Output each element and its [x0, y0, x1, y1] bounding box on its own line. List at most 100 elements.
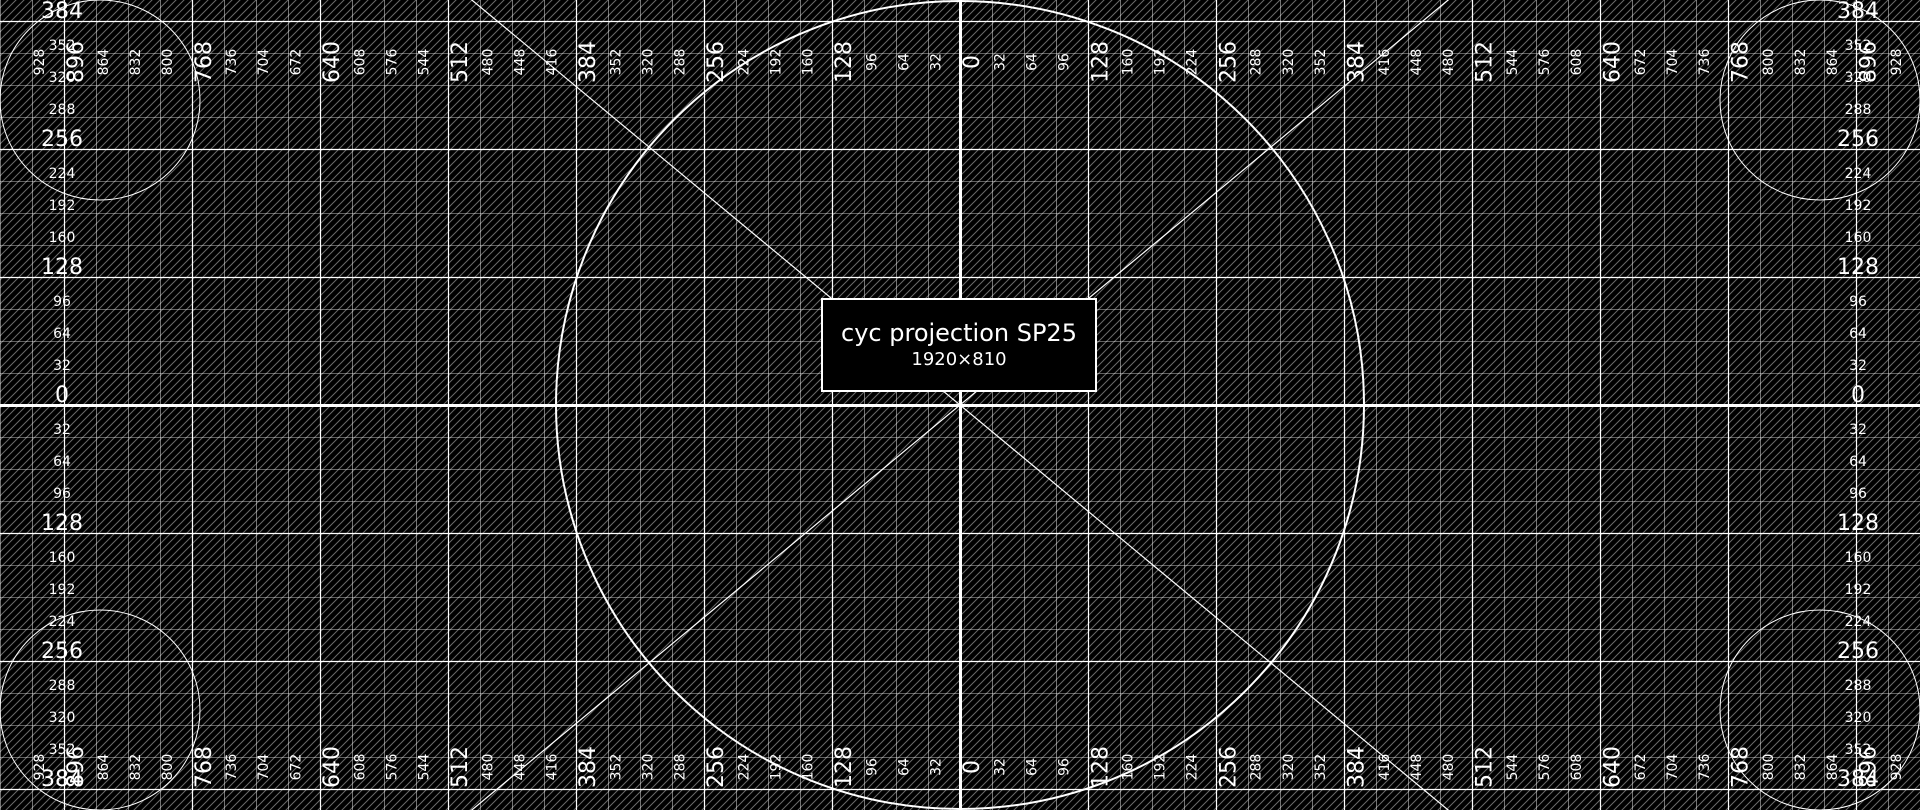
axis-tick-label: 64 [1025, 758, 1041, 776]
axis-tick-label: 352 [608, 49, 624, 76]
axis-tick-label: 320 [640, 754, 656, 781]
axis-tick-label: 288 [672, 49, 688, 76]
axis-tick-label: 768 [1729, 746, 1754, 788]
axis-tick-label: 416 [544, 754, 560, 781]
axis-tick-label: 64 [897, 758, 913, 776]
axis-tick-label: 256 [704, 41, 729, 83]
axis-tick-label: 704 [1665, 754, 1681, 781]
axis-tick-label: 288 [672, 754, 688, 781]
axis-tick-label: 352 [1313, 754, 1329, 781]
axis-tick-label: 224 [1845, 614, 1872, 630]
axis-tick-label: 576 [1537, 49, 1553, 76]
axis-tick-label: 64 [1849, 454, 1867, 470]
axis-tick-label: 160 [801, 754, 817, 781]
axis-tick-label: 0 [960, 760, 985, 774]
axis-tick-label: 928 [1889, 754, 1905, 781]
axis-tick-label: 128 [832, 41, 857, 83]
axis-tick-label: 288 [1249, 49, 1265, 76]
axis-tick-label: 288 [49, 102, 76, 118]
axis-tick-label: 192 [49, 198, 76, 214]
axis-tick-label: 864 [96, 49, 112, 76]
axis-tick-label: 320 [49, 710, 76, 726]
axis-tick-label: 512 [448, 41, 473, 83]
axis-tick-label: 864 [1825, 49, 1841, 76]
axis-tick-label: 608 [352, 754, 368, 781]
axis-tick-label: 128 [832, 746, 857, 788]
axis-tick-label: 704 [256, 754, 272, 781]
axis-tick-label: 128 [41, 255, 83, 280]
axis-tick-label: 224 [1845, 166, 1872, 182]
axis-tick-label: 96 [53, 486, 71, 502]
axis-tick-label: 384 [41, 0, 83, 24]
axis-tick-label: 448 [512, 754, 528, 781]
axis-tick-label: 192 [768, 49, 784, 76]
axis-tick-label: 544 [1505, 754, 1521, 781]
axis-tick-label: 256 [1837, 127, 1879, 152]
axis-tick-label: 192 [1845, 582, 1872, 598]
axis-tick-label: 192 [1153, 49, 1169, 76]
axis-tick-label: 128 [41, 511, 83, 536]
axis-tick-label: 64 [53, 454, 71, 470]
axis-tick-label: 704 [256, 49, 272, 76]
axis-tick-label: 736 [1697, 49, 1713, 76]
axis-tick-label: 288 [1845, 678, 1872, 694]
axis-tick-label: 352 [1845, 38, 1872, 54]
axis-tick-label: 512 [1472, 746, 1497, 788]
axis-tick-label: 224 [1185, 49, 1201, 76]
axis-tick-label: 352 [1845, 742, 1872, 758]
axis-tick-label: 640 [1601, 746, 1626, 788]
axis-tick-label: 736 [224, 49, 240, 76]
axis-tick-label: 800 [1761, 754, 1777, 781]
axis-tick-label: 576 [384, 49, 400, 76]
axis-tick-label: 384 [41, 767, 83, 792]
axis-tick-label: 96 [1057, 758, 1073, 776]
axis-tick-label: 320 [1845, 70, 1872, 86]
axis-tick-label: 128 [1088, 41, 1113, 83]
axis-tick-label: 160 [1845, 550, 1872, 566]
axis-tick-label: 768 [192, 746, 217, 788]
axis-tick-label: 448 [512, 49, 528, 76]
axis-tick-label: 608 [352, 49, 368, 76]
axis-tick-label: 96 [1849, 486, 1867, 502]
axis-tick-label: 640 [320, 41, 345, 83]
axis-tick-label: 32 [1849, 422, 1867, 438]
axis-tick-label: 640 [1601, 41, 1626, 83]
axis-tick-label: 736 [1697, 754, 1713, 781]
axis-tick-label: 224 [736, 754, 752, 781]
axis-tick-label: 32 [1849, 358, 1867, 374]
axis-tick-label: 96 [53, 294, 71, 310]
axis-tick-label: 320 [49, 70, 76, 86]
axis-tick-label: 288 [1845, 102, 1872, 118]
axis-tick-label: 608 [1569, 49, 1585, 76]
axis-tick-label: 384 [1837, 767, 1879, 792]
axis-tick-label: 384 [1837, 0, 1879, 24]
axis-tick-label: 480 [480, 754, 496, 781]
axis-tick-label: 480 [1441, 49, 1457, 76]
axis-tick-label: 352 [49, 38, 76, 54]
axis-tick-label: 96 [865, 53, 881, 71]
axis-tick-label: 192 [768, 754, 784, 781]
axis-tick-label: 352 [1313, 49, 1329, 76]
axis-tick-label: 576 [1537, 754, 1553, 781]
axis-tick-label: 512 [448, 746, 473, 788]
axis-tick-label: 32 [53, 358, 71, 374]
axis-tick-label: 256 [704, 746, 729, 788]
axis-tick-label: 736 [224, 754, 240, 781]
axis-tick-label: 704 [1665, 49, 1681, 76]
axis-tick-label: 32 [53, 422, 71, 438]
axis-tick-label: 416 [1377, 49, 1393, 76]
axis-tick-label: 672 [1633, 49, 1649, 76]
axis-tick-label: 320 [1281, 49, 1297, 76]
axis-tick-label: 0 [1851, 383, 1865, 408]
axis-tick-label: 800 [1761, 49, 1777, 76]
axis-tick-label: 320 [1281, 754, 1297, 781]
axis-tick-label: 224 [49, 166, 76, 182]
axis-tick-label: 352 [49, 742, 76, 758]
axis-tick-label: 160 [1845, 230, 1872, 246]
axis-tick-label: 768 [1729, 41, 1754, 83]
axis-tick-label: 640 [320, 746, 345, 788]
axis-tick-label: 832 [1793, 754, 1809, 781]
axis-tick-label: 160 [1121, 49, 1137, 76]
axis-tick-label: 256 [1216, 41, 1241, 83]
axis-tick-label: 64 [53, 326, 71, 342]
